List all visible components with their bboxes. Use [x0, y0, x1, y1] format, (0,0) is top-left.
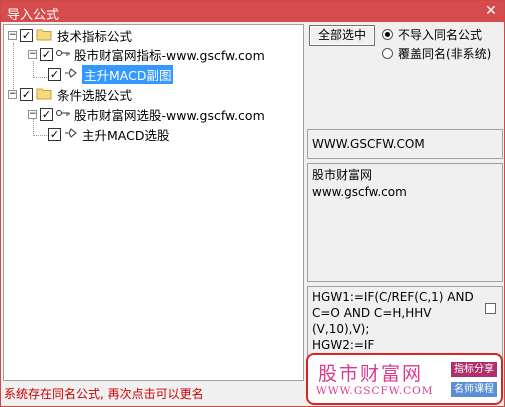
- tree-node-label: 股市财富网指标-www.gscfw.com: [74, 48, 265, 63]
- tree-connector: [33, 61, 34, 78]
- description-line: www.gscfw.com: [312, 185, 407, 199]
- folder-icon: [36, 28, 52, 44]
- key-icon: [56, 109, 70, 120]
- tree-node-tech-indicators[interactable]: − ✓ 技术指标公式: [8, 27, 132, 44]
- formula-tree[interactable]: − ✓ 技术指标公式 − ✓ 股市财富网指标-www.gscfw.com ✓ 主…: [3, 24, 304, 381]
- code-checkbox[interactable]: [485, 303, 496, 314]
- watermark-url: WWW.GSCFW.COM: [316, 385, 434, 397]
- tree-connector: [33, 77, 47, 78]
- tree-checkbox[interactable]: ✓: [48, 128, 61, 141]
- watermark-tag: 指标分享: [451, 362, 497, 377]
- radio-label: 覆盖同名(非系统): [398, 47, 492, 61]
- radio-label: 不导入同名公式: [398, 28, 483, 42]
- code-line: (V,10),V);: [312, 322, 370, 336]
- formula-icon: [64, 127, 78, 142]
- folder-icon: [36, 87, 52, 103]
- code-line: C=O AND C=H,HHV: [312, 306, 432, 320]
- code-line: HGW1:=IF(C/REF(C,1) AND: [312, 290, 474, 304]
- radio-button[interactable]: [382, 48, 393, 59]
- window-title: 导入公式: [7, 8, 60, 23]
- key-icon: [56, 49, 70, 60]
- import-formula-dialog: 导入公式 ✕ − ✓ 技术指标公式 − ✓ 股市财富网指标-www.gscfw.…: [0, 0, 505, 407]
- radio-overwrite[interactable]: 覆盖同名(非系统): [382, 45, 491, 62]
- tree-checkbox[interactable]: ✓: [20, 29, 33, 42]
- tree-checkbox[interactable]: ✓: [20, 88, 33, 101]
- radio-no-import[interactable]: 不导入同名公式: [382, 26, 482, 43]
- title-bar[interactable]: 导入公式 ✕: [1, 1, 504, 23]
- tree-checkbox[interactable]: ✓: [48, 68, 61, 81]
- tree-checkbox[interactable]: ✓: [40, 48, 53, 61]
- description-line: 股市财富网: [312, 168, 373, 182]
- tree-node-label: 主升MACD选股: [82, 128, 170, 143]
- tree-node-label-selected: 主升MACD副图: [82, 65, 174, 84]
- close-icon[interactable]: ✕: [482, 2, 500, 20]
- tree-node-macd-screening[interactable]: ✓ 主升MACD选股: [48, 126, 169, 143]
- tree-node-label: 条件选股公式: [57, 88, 133, 103]
- tree-node-label: 股市财富网选股-www.gscfw.com: [74, 108, 265, 123]
- watermark-brand: 股市财富网: [318, 363, 424, 385]
- tree-node-gscfw-indicators[interactable]: − ✓ 股市财富网指标-www.gscfw.com: [28, 46, 265, 63]
- collapse-toggle[interactable]: −: [8, 90, 17, 99]
- collapse-toggle[interactable]: −: [28, 50, 37, 59]
- tree-node-macd-subchart[interactable]: ✓ 主升MACD副图: [48, 65, 174, 84]
- watermark-tag: 名师课程: [451, 382, 497, 397]
- collapse-toggle[interactable]: −: [8, 31, 17, 40]
- description-box: 股市财富网 www.gscfw.com: [307, 163, 503, 282]
- tree-node-stock-screening[interactable]: − ✓ 条件选股公式: [8, 86, 132, 103]
- select-all-button[interactable]: 全部选中: [309, 25, 375, 46]
- url-box: WWW.GSCFW.COM: [307, 129, 503, 159]
- code-line: HGW2:=IF: [312, 338, 375, 352]
- tree-node-label: 技术指标公式: [57, 29, 133, 44]
- tree-checkbox[interactable]: ✓: [40, 108, 53, 121]
- status-message: 系统存在同名公式, 再次点击可以更名: [4, 387, 204, 401]
- site-watermark-logo: 股市财富网 WWW.GSCFW.COM 指标分享 名师课程: [306, 353, 503, 405]
- tree-node-gscfw-screening[interactable]: − ✓ 股市财富网选股-www.gscfw.com: [28, 106, 265, 123]
- formula-icon: [64, 67, 78, 82]
- collapse-toggle[interactable]: −: [28, 110, 37, 119]
- radio-button-checked[interactable]: [382, 29, 393, 40]
- url-text: WWW.GSCFW.COM: [312, 137, 425, 151]
- tree-connector: [33, 135, 47, 136]
